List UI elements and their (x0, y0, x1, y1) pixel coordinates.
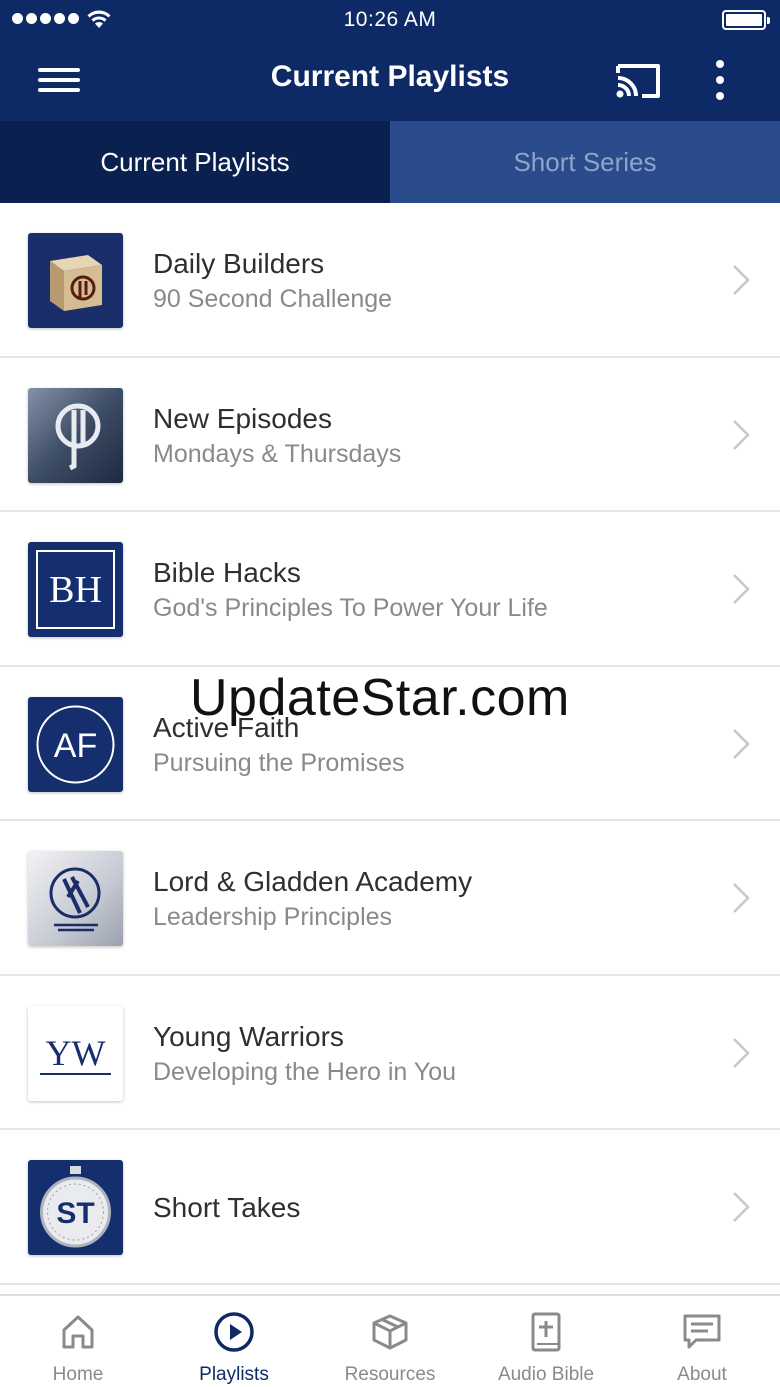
cast-icon[interactable] (612, 58, 664, 102)
chevron-right-icon (733, 1037, 750, 1068)
episodes-logo-icon (28, 387, 123, 483)
playlist-list: Daily Builders 90 Second Challenge New E… (0, 203, 780, 1285)
af-logo-text: AF (54, 727, 97, 765)
tab-current-playlists[interactable]: Current Playlists (0, 121, 390, 203)
playlist-subtitle: Leadership Principles (153, 903, 393, 931)
playlist-row-new-episodes[interactable]: New Episodes Mondays & Thursdays (0, 357, 780, 512)
playlist-title: Lord & Gladden Academy (153, 866, 473, 897)
playlist-subtitle: Pursuing the Promises (153, 748, 405, 777)
playlist-subtitle: God's Principles To Power Your Life (153, 594, 548, 622)
playlist-subtitle: Mondays & Thursdays (153, 439, 402, 468)
yw-logo-text: YW (46, 1033, 106, 1073)
af-logo-icon: AF (28, 696, 123, 792)
watermark: UpdateStar.com (190, 669, 570, 727)
playlist-row-bible-hacks[interactable]: BH Bible Hacks God's Principles To Power… (0, 512, 780, 667)
nav-label: Resources (344, 1364, 436, 1385)
playlist-subtitle: 90 Second Challenge (153, 285, 393, 313)
playlist-row-daily-builders[interactable]: Daily Builders 90 Second Challenge (0, 203, 780, 358)
tab-short-series[interactable]: Short Series (390, 121, 780, 203)
st-logo-text: ST (56, 1197, 94, 1230)
nav-resources[interactable]: Resources (312, 1296, 468, 1387)
chevron-right-icon (733, 1192, 750, 1222)
chevron-right-icon (733, 574, 750, 604)
nav-label: Playlists (199, 1364, 269, 1385)
playlist-row-lord-gladden-academy[interactable]: Lord & Gladden Academy Leadership Princi… (0, 821, 780, 976)
playlist-title: Short Takes (153, 1192, 301, 1223)
nav-about[interactable]: About (624, 1296, 780, 1387)
playlist-title: Young Warriors (153, 1020, 344, 1052)
home-icon (62, 1315, 94, 1349)
status-bar: 10:26 AM (0, 0, 780, 40)
nav-home[interactable]: Home (0, 1296, 156, 1387)
box-icon (372, 1314, 408, 1350)
playlist-title: New Episodes (153, 402, 332, 434)
yw-logo-icon: YW (28, 1005, 123, 1101)
bible-icon (531, 1312, 561, 1352)
chevron-right-icon (733, 883, 750, 913)
playlist-row-young-warriors[interactable]: YW Young Warriors Developing the Hero in… (0, 975, 780, 1130)
stopwatch-logo-icon: ST (28, 1160, 123, 1255)
playlist-subtitle: Developing the Hero in You (153, 1057, 457, 1086)
cube-logo-icon (28, 233, 123, 328)
app-bar: Current Playlists (0, 40, 780, 121)
nav-audio-bible[interactable]: Audio Bible (468, 1296, 624, 1387)
more-vertical-icon[interactable] (700, 56, 740, 104)
playlist-title: Bible Hacks (153, 557, 301, 588)
playlist-title: Daily Builders (153, 248, 325, 279)
nav-label: About (677, 1364, 727, 1385)
chevron-right-icon (733, 419, 750, 450)
nav-label: Home (52, 1364, 104, 1385)
nav-playlists[interactable]: Playlists (156, 1296, 312, 1387)
battery-icon (722, 10, 770, 30)
bottom-nav: Home Playlists Resources Audio Bible Abo… (0, 1294, 780, 1387)
chevron-right-icon (733, 265, 750, 295)
bh-logo-text: BH (49, 569, 102, 611)
message-icon (683, 1314, 721, 1349)
playlist-row-short-takes[interactable]: ST Short Takes (0, 1130, 780, 1285)
status-time: 10:26 AM (343, 8, 437, 31)
bh-logo-icon: BH (28, 542, 123, 637)
chevron-right-icon (733, 728, 750, 759)
tab-bar: Current Playlists Short Series (0, 121, 780, 203)
academy-logo-icon (28, 851, 123, 946)
play-circle-icon (214, 1312, 254, 1352)
nav-label: Audio Bible (497, 1364, 595, 1385)
